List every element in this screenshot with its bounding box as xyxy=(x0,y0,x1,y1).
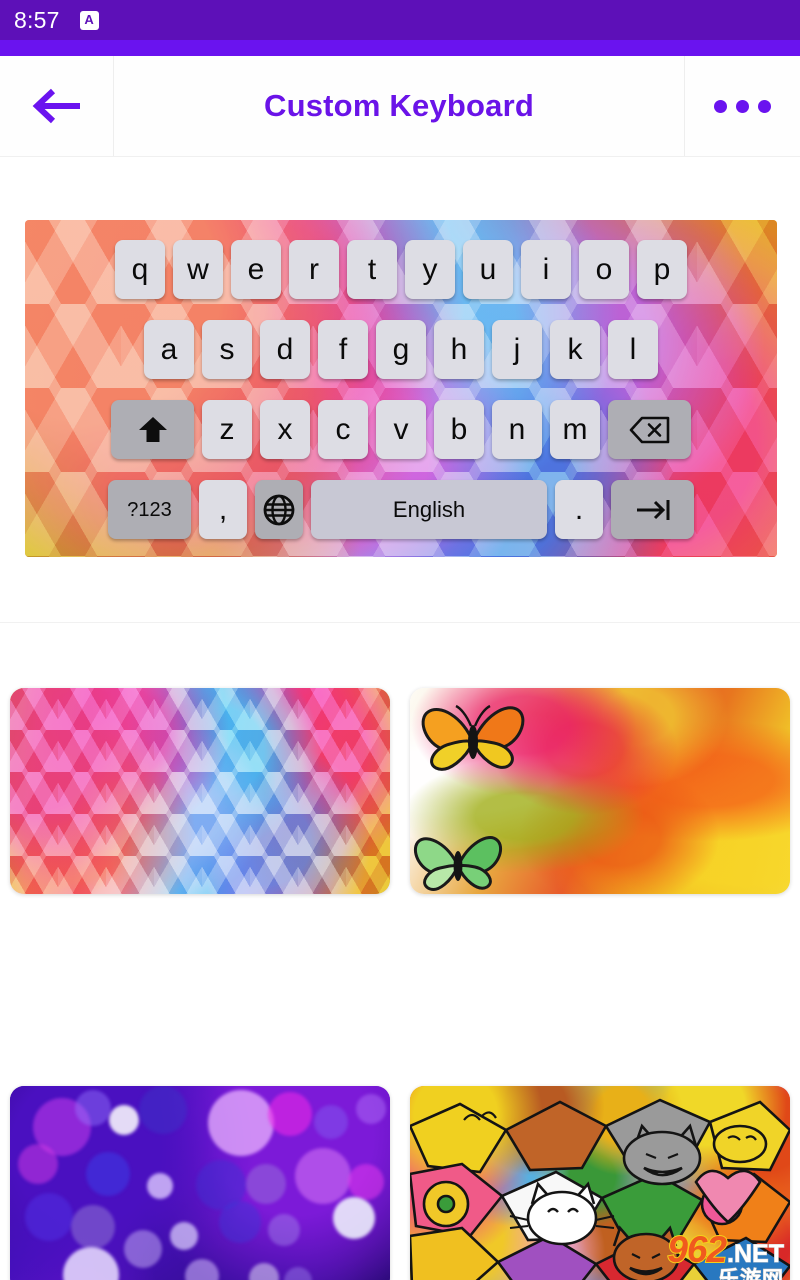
key-enter[interactable] xyxy=(611,480,694,539)
section-divider xyxy=(0,622,800,623)
back-button[interactable] xyxy=(0,56,114,156)
shift-icon xyxy=(138,416,167,442)
theme-card-geometric[interactable] xyxy=(10,688,390,894)
theme-thumbnail-butterfly xyxy=(410,688,790,894)
theme-card-butterfly[interactable] xyxy=(410,688,790,894)
key-k[interactable]: k xyxy=(550,320,600,379)
accent-strip xyxy=(0,40,800,56)
key-symbols[interactable]: ?123 xyxy=(108,480,191,539)
key-language-switch[interactable] xyxy=(255,480,303,539)
keyboard-row-2: a s d f g h j k l xyxy=(35,318,767,381)
key-b[interactable]: b xyxy=(434,400,484,459)
globe-icon xyxy=(263,494,295,525)
cats-artwork-icon xyxy=(410,1098,790,1280)
app-bar: Custom Keyboard xyxy=(0,56,800,157)
backspace-icon xyxy=(629,416,669,443)
status-bar: 8:57 A xyxy=(0,0,800,40)
key-t[interactable]: t xyxy=(347,240,397,299)
status-bar-app-icon-letter: A xyxy=(84,12,94,27)
keyboard-row-4: ?123 , English . xyxy=(35,478,767,541)
key-spacebar[interactable]: English xyxy=(311,480,547,539)
key-u[interactable]: u xyxy=(463,240,513,299)
theme-card-bokeh[interactable] xyxy=(10,1086,390,1280)
enter-tab-icon xyxy=(636,499,669,520)
keyboard-row-1: q w e r t y u i o p xyxy=(35,238,767,301)
theme-thumbnail-cats: 962 .NET 乐游网 xyxy=(410,1086,790,1280)
butterfly-orange-icon xyxy=(421,704,525,771)
key-x[interactable]: x xyxy=(260,400,310,459)
keyboard-preview[interactable]: q w e r t y u i o p a s d f g h j k l z … xyxy=(25,220,777,557)
key-y[interactable]: y xyxy=(405,240,455,299)
key-shift[interactable] xyxy=(111,400,194,459)
overflow-menu-icon xyxy=(758,99,771,113)
overflow-menu-icon xyxy=(714,99,727,113)
theme-thumbnail-geometric xyxy=(10,688,390,894)
status-bar-app-icon: A xyxy=(79,10,99,30)
butterfly-green-icon xyxy=(414,836,502,891)
arrow-left-icon xyxy=(32,88,80,124)
key-a[interactable]: a xyxy=(144,320,194,379)
status-bar-clock: 8:57 xyxy=(14,6,60,33)
key-e[interactable]: e xyxy=(231,240,281,299)
overflow-menu-button[interactable] xyxy=(685,56,800,156)
key-l[interactable]: l xyxy=(608,320,658,379)
theme-grid: 962 .NET 乐游网 xyxy=(0,688,800,1280)
key-j[interactable]: j xyxy=(492,320,542,379)
theme-thumbnail-bokeh xyxy=(10,1086,390,1280)
key-h[interactable]: h xyxy=(434,320,484,379)
key-m[interactable]: m xyxy=(550,400,600,459)
key-backspace[interactable] xyxy=(608,400,691,459)
key-n[interactable]: n xyxy=(492,400,542,459)
key-i[interactable]: i xyxy=(521,240,571,299)
key-v[interactable]: v xyxy=(376,400,426,459)
key-period[interactable]: . xyxy=(555,480,603,539)
key-s[interactable]: s xyxy=(202,320,252,379)
keyboard-keys-container: q w e r t y u i o p a s d f g h j k l z … xyxy=(25,220,777,557)
key-f[interactable]: f xyxy=(318,320,368,379)
key-q[interactable]: q xyxy=(115,240,165,299)
key-d[interactable]: d xyxy=(260,320,310,379)
key-p[interactable]: p xyxy=(637,240,687,299)
theme-card-cats[interactable]: 962 .NET 乐游网 xyxy=(410,1086,790,1280)
key-z[interactable]: z xyxy=(202,400,252,459)
app-root: 8:57 A Custom Keyboard q w e r t y u i o… xyxy=(0,0,800,1280)
page-title-container: Custom Keyboard xyxy=(114,56,685,156)
key-w[interactable]: w xyxy=(173,240,223,299)
key-o[interactable]: o xyxy=(579,240,629,299)
key-comma[interactable]: , xyxy=(199,480,247,539)
overflow-menu-icon xyxy=(736,99,749,113)
page-title: Custom Keyboard xyxy=(264,88,534,123)
keyboard-row-3: z x c v b n m xyxy=(35,398,767,461)
key-g[interactable]: g xyxy=(376,320,426,379)
key-r[interactable]: r xyxy=(289,240,339,299)
key-c[interactable]: c xyxy=(318,400,368,459)
